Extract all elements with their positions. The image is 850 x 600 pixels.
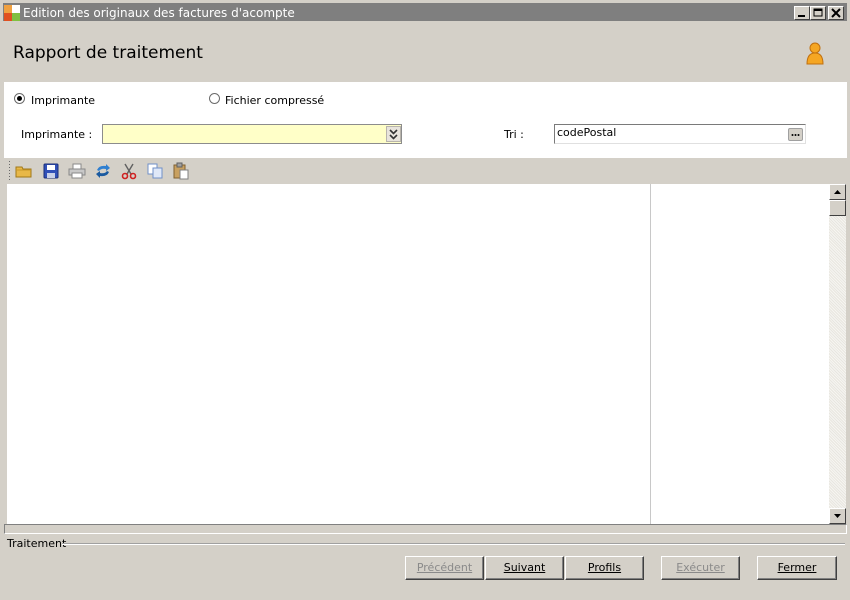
close-dialog-button[interactable]: Fermer: [757, 556, 837, 580]
close-button[interactable]: [828, 6, 844, 20]
sort-value: codePostal: [557, 126, 617, 139]
open-folder-icon[interactable]: [15, 162, 33, 180]
minimize-icon: [798, 15, 805, 17]
progress-bar: [4, 524, 847, 534]
toolbar-grip[interactable]: [8, 160, 11, 182]
radio-imprimante[interactable]: [14, 93, 25, 104]
profiles-button-label: Profils: [587, 561, 622, 574]
printer-dropdown-button[interactable]: [386, 126, 401, 142]
execute-button-label: Exécuter: [676, 561, 725, 574]
profiles-button[interactable]: Profils: [565, 556, 644, 580]
close-icon: [831, 8, 841, 18]
sort-label: Tri :: [504, 128, 524, 141]
maximize-button[interactable]: [810, 6, 826, 20]
copy-icon[interactable]: [146, 162, 164, 180]
radio-fichier-compresse-label[interactable]: Fichier compressé: [225, 94, 324, 107]
minimize-button[interactable]: [794, 6, 810, 20]
report-preview-pane[interactable]: [7, 184, 651, 524]
sort-browse-button[interactable]: [788, 128, 803, 141]
radio-fichier-compresse[interactable]: [209, 93, 220, 104]
status-label: Traitement: [7, 537, 67, 550]
page-title: Rapport de traitement: [13, 43, 203, 63]
arrow-up-icon: [834, 190, 841, 194]
next-button[interactable]: Suivant: [485, 556, 564, 580]
window-title: Edition des originaux des factures d'aco…: [23, 6, 295, 20]
scroll-up-button[interactable]: [829, 184, 846, 200]
print-icon[interactable]: [68, 162, 86, 180]
scroll-thumb[interactable]: [829, 200, 846, 216]
ellipsis-icon: [791, 134, 800, 136]
maximize-icon: [813, 8, 823, 17]
scroll-down-button[interactable]: [829, 508, 846, 524]
options-panel: [4, 82, 847, 158]
printer-label: Imprimante :: [21, 128, 93, 141]
close-dialog-button-label: Fermer: [777, 561, 817, 574]
arrow-down-icon: [834, 514, 841, 518]
app-icon: [4, 5, 20, 21]
vertical-scrollbar[interactable]: [829, 184, 846, 524]
printer-select[interactable]: [102, 124, 402, 144]
cut-icon[interactable]: [120, 162, 138, 180]
status-separator: [62, 543, 845, 545]
execute-button[interactable]: Exécuter: [661, 556, 740, 580]
paste-icon[interactable]: [172, 162, 190, 180]
refresh-icon[interactable]: [94, 162, 112, 180]
side-pane[interactable]: [651, 184, 829, 524]
previous-button-label: Précédent: [416, 561, 473, 574]
save-icon[interactable]: [42, 162, 60, 180]
next-button-label: Suivant: [503, 561, 546, 574]
radio-imprimante-label[interactable]: Imprimante: [31, 94, 95, 107]
user-icon: [805, 42, 825, 66]
previous-button[interactable]: Précédent: [405, 556, 484, 580]
double-chevron-down-icon: [389, 129, 398, 140]
